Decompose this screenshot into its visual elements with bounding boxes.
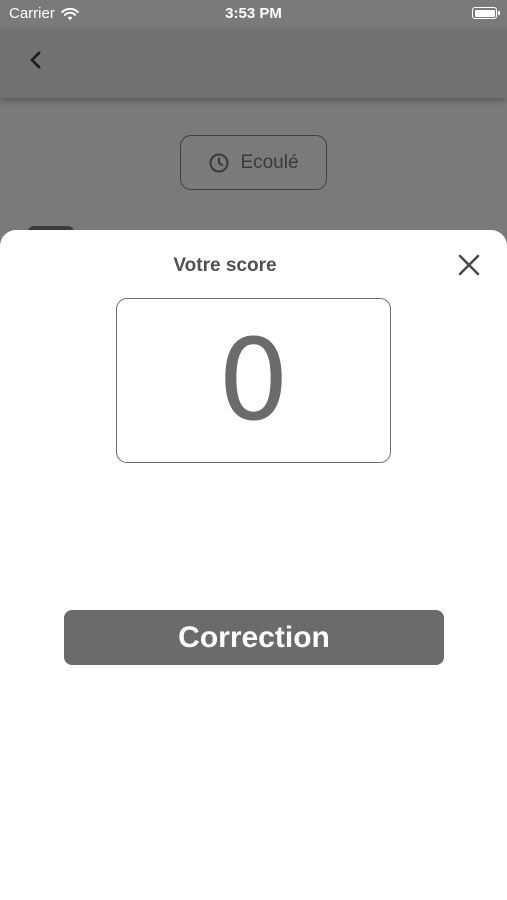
- score-sheet: Votre score 0 Correction: [0, 230, 507, 900]
- back-button[interactable]: [22, 46, 50, 74]
- score-value: 0: [217, 315, 290, 446]
- timer-label: Ecoulé: [240, 151, 299, 173]
- status-time: 3:53 PM: [225, 5, 282, 22]
- timer-pill: Ecoulé: [180, 135, 327, 190]
- correction-button-label: Correction: [178, 620, 330, 654]
- close-button[interactable]: [452, 248, 486, 282]
- score-box: 0: [116, 298, 391, 463]
- correction-button[interactable]: Correction: [64, 610, 444, 665]
- sheet-title: Votre score: [173, 255, 277, 276]
- close-icon: [458, 254, 480, 276]
- nav-bar: [0, 28, 507, 98]
- battery-level: [474, 9, 495, 17]
- status-bar: Carrier 3:53 PM: [0, 0, 507, 28]
- battery-icon: [472, 7, 500, 19]
- chevron-left-icon: [30, 51, 41, 69]
- clock-icon: [209, 153, 229, 172]
